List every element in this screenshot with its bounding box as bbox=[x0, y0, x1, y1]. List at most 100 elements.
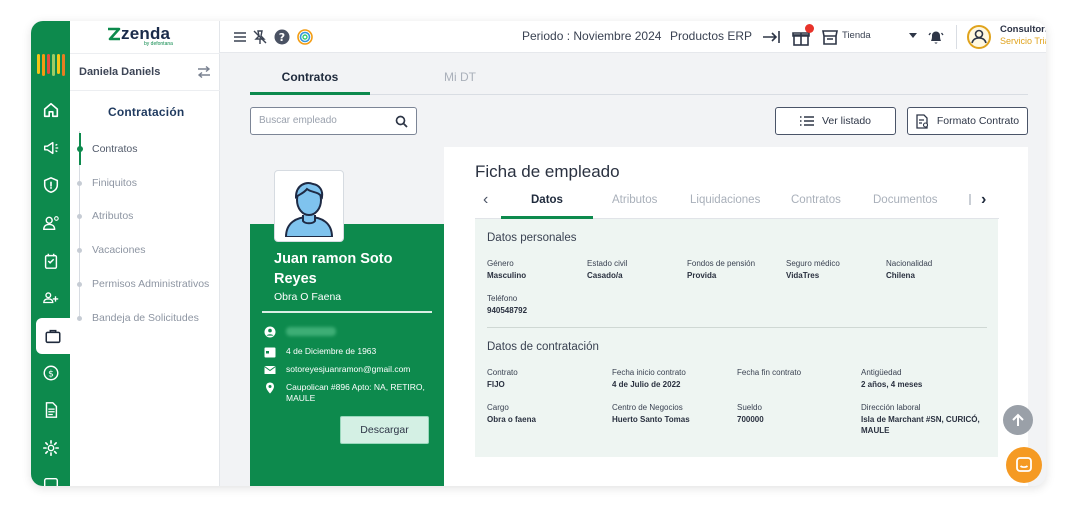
app-window: $ zenda by defontana Daniela Daniels Con… bbox=[31, 21, 1046, 486]
dollar-icon[interactable]: $ bbox=[31, 355, 70, 391]
field-sueldo: Sueldo 700000 bbox=[737, 403, 847, 425]
field-label: Estado civil bbox=[587, 259, 628, 268]
employee-email: sotoreyesjuanramon@gmail.com bbox=[286, 364, 411, 374]
store-label[interactable]: Tienda bbox=[842, 30, 871, 41]
menu-item-label: Permisos Administrativos bbox=[92, 278, 210, 290]
descargar-button[interactable]: Descargar bbox=[340, 416, 429, 444]
document-settings-icon bbox=[916, 113, 928, 129]
employee-birth-row: 4 de Diciembre de 1963 bbox=[264, 346, 376, 358]
store-icon[interactable] bbox=[820, 27, 840, 47]
sidebar: zenda by defontana Daniela Daniels Contr… bbox=[70, 21, 220, 486]
menu-item-label: Contratos bbox=[92, 143, 138, 155]
menu-item-vacaciones[interactable]: Vacaciones bbox=[70, 240, 220, 260]
calendar-icon bbox=[264, 347, 276, 358]
assistant-swirl-icon[interactable] bbox=[296, 28, 314, 46]
employee-name: Juan ramon Soto Reyes bbox=[274, 251, 393, 287]
field-label: Antigüedad bbox=[861, 368, 902, 377]
chevron-right-icon[interactable]: › bbox=[981, 191, 986, 209]
document-icon[interactable] bbox=[31, 392, 70, 428]
field-fecha-fin: Fecha fin contrato bbox=[737, 368, 847, 379]
person-avatar-icon bbox=[284, 182, 334, 237]
search-icon[interactable] bbox=[395, 115, 408, 128]
ficha-tab-contratos[interactable]: Contratos bbox=[791, 194, 841, 206]
menu-item-permisos[interactable]: Permisos Administrativos bbox=[70, 274, 220, 294]
menu-item-finiquitos[interactable]: Finiquitos bbox=[70, 173, 220, 193]
field-contrato: Contrato FIJO bbox=[487, 368, 597, 390]
employee-search[interactable]: Buscar empleado bbox=[250, 107, 417, 135]
employee-file-panel: Ficha de empleado ‹ Datos Atributos Liqu… bbox=[444, 147, 1028, 486]
zenda-mark-icon bbox=[108, 27, 121, 41]
ficha-tab-documentos[interactable]: Documentos bbox=[873, 194, 938, 206]
chevron-left-icon[interactable]: ‹ bbox=[483, 191, 488, 209]
field-value: Huerto Santo Tomas bbox=[612, 415, 690, 424]
field-label: Fecha inicio contrato bbox=[612, 368, 686, 377]
chevron-down-icon[interactable] bbox=[909, 33, 917, 39]
field-fecha-inicio: Fecha inicio contrato 4 de Julio de 2022 bbox=[612, 368, 722, 390]
ficha-tab-liquidaciones[interactable]: Liquidaciones bbox=[690, 194, 760, 206]
briefcase-icon[interactable] bbox=[36, 318, 70, 354]
user-settings-icon[interactable] bbox=[31, 205, 70, 241]
team-add-icon[interactable] bbox=[31, 280, 70, 316]
ficha-tabs: ‹ Datos Atributos Liquidaciones Contrato… bbox=[475, 183, 999, 219]
user-row: Daniela Daniels bbox=[70, 53, 220, 91]
menu-item-contratos[interactable]: Contratos bbox=[70, 133, 220, 165]
menu-item-atributos[interactable]: Atributos bbox=[70, 206, 220, 226]
formato-contrato-button[interactable]: Formato Contrato bbox=[907, 107, 1028, 135]
employee-email-row: sotoreyesjuanramon@gmail.com bbox=[264, 364, 410, 376]
ver-listado-button[interactable]: Ver listado bbox=[775, 107, 896, 135]
gift-icon[interactable] bbox=[791, 24, 814, 47]
ficha-tab-datos[interactable]: Datos bbox=[531, 194, 563, 206]
megaphone-icon[interactable] bbox=[31, 130, 70, 166]
field-genero: Género Masculino bbox=[487, 259, 597, 281]
employee-address: Caupolican #896 Apto: NA, RETIRO, MAULE bbox=[286, 382, 425, 403]
field-label: Cargo bbox=[487, 403, 509, 412]
contract-section-title: Datos de contratación bbox=[487, 341, 599, 353]
ficha-tab-atributos[interactable]: Atributos bbox=[612, 194, 657, 206]
search-placeholder: Buscar empleado bbox=[259, 115, 337, 126]
gear-icon[interactable] bbox=[31, 430, 70, 466]
list-icon[interactable] bbox=[31, 467, 70, 486]
svg-text:?: ? bbox=[279, 31, 285, 44]
field-value: Isla de Marchant #SN, CURICÓ, MAULE bbox=[861, 415, 980, 435]
field-value: Obra o faena bbox=[487, 415, 536, 424]
help-icon[interactable]: ? bbox=[274, 29, 290, 45]
hamburger-icon[interactable] bbox=[234, 32, 246, 42]
shield-icon[interactable] bbox=[31, 167, 70, 203]
field-label: Seguro médico bbox=[786, 259, 840, 268]
menu-item-label: Finiquitos bbox=[92, 177, 137, 189]
tab-contratos[interactable]: Contratos bbox=[250, 65, 370, 95]
profile-divider bbox=[262, 311, 432, 313]
home-icon[interactable] bbox=[31, 92, 70, 128]
field-estado-civil: Estado civil Casado/a bbox=[587, 259, 697, 281]
brand-logo[interactable]: zenda by defontana bbox=[105, 23, 215, 53]
field-antiguedad: Antigüedad 2 años, 4 meses bbox=[861, 368, 971, 390]
pin-off-icon[interactable] bbox=[252, 29, 268, 45]
field-telefono: Teléfono 940548792 bbox=[487, 294, 597, 316]
field-nacionalidad: Nacionalidad Chilena bbox=[886, 259, 996, 281]
account-avatar-icon[interactable] bbox=[967, 25, 991, 49]
products-erp-link[interactable]: Productos ERP bbox=[670, 29, 752, 43]
clipboard-icon[interactable] bbox=[31, 243, 70, 279]
field-cargo: Cargo Obra o faena bbox=[487, 403, 597, 425]
field-value: 700000 bbox=[737, 415, 764, 424]
svg-text:$: $ bbox=[48, 370, 54, 380]
period-label[interactable]: Periodo : Noviembre 2024 bbox=[522, 29, 661, 43]
account-info[interactable]: Consultoria Servicio Trial bbox=[1000, 24, 1046, 46]
employee-profile-card: Juan ramon Soto Reyes Obra O Faena 4 de … bbox=[250, 147, 444, 486]
bell-icon[interactable] bbox=[926, 27, 946, 47]
field-value: Chilena bbox=[886, 271, 915, 280]
email-icon bbox=[264, 366, 276, 374]
scroll-top-button[interactable] bbox=[1003, 405, 1033, 435]
employee-avatar bbox=[274, 170, 344, 242]
chat-support-button[interactable] bbox=[1006, 447, 1042, 483]
field-centro-negocios: Centro de Negocios Huerto Santo Tomas bbox=[612, 403, 722, 425]
switch-arrows-icon[interactable] bbox=[197, 66, 211, 78]
tab-mi-dt[interactable]: Mi DT bbox=[400, 65, 520, 95]
menu-item-bandeja[interactable]: Bandeja de Solicitudes bbox=[70, 308, 220, 328]
user-name: Daniela Daniels bbox=[79, 66, 161, 78]
logout-arrow-icon[interactable] bbox=[761, 27, 781, 47]
field-label: Nacionalidad bbox=[886, 259, 933, 268]
employee-id-row bbox=[264, 326, 336, 338]
datos-panel: Datos personales Género Masculino Estado… bbox=[475, 219, 998, 457]
personal-section-title: Datos personales bbox=[487, 232, 577, 244]
